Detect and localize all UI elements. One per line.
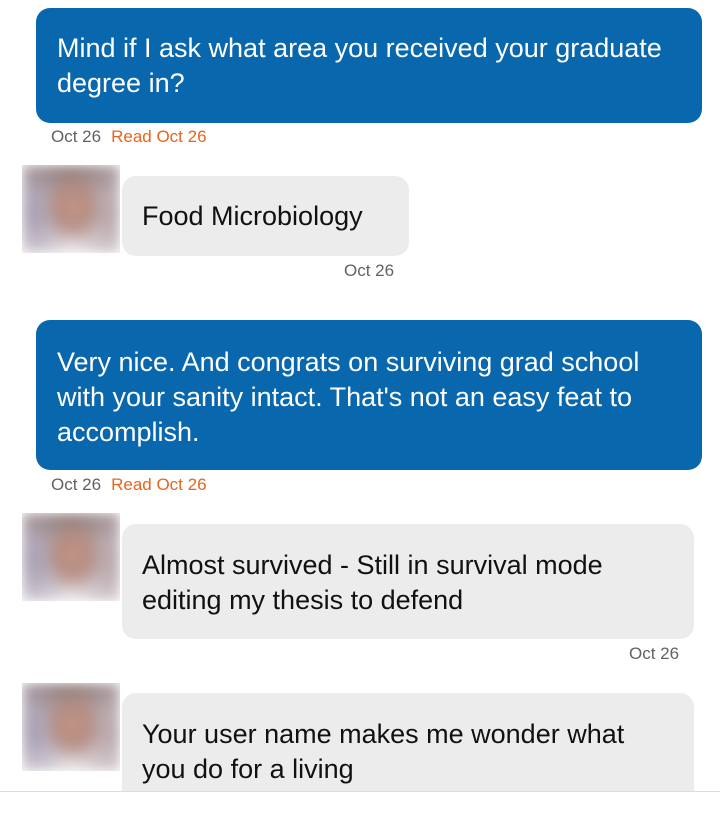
message-thread[interactable]: Mind if I ask what area you received you… xyxy=(0,0,720,791)
message-date: Oct 26 xyxy=(51,475,102,494)
message-text: Food Microbiology xyxy=(142,201,363,231)
message-text: Almost survived - Still in survival mode… xyxy=(142,550,603,615)
sent-message-bubble[interactable]: Very nice. And congrats on surviving gra… xyxy=(36,320,702,470)
read-receipt: Read Oct 26 xyxy=(111,127,207,146)
message-date: Oct 26 xyxy=(51,127,102,146)
message-meta: Oct 26 Read Oct 26 xyxy=(51,475,207,495)
message-text: Very nice. And congrats on surviving gra… xyxy=(57,347,640,447)
message-meta: Oct 26 Read Oct 26 xyxy=(51,127,207,147)
message-date: Oct 26 xyxy=(344,261,395,280)
message-date: Oct 26 xyxy=(629,644,680,663)
sent-message-bubble[interactable]: Mind if I ask what area you received you… xyxy=(36,8,702,123)
received-message-bubble[interactable]: Almost survived - Still in survival mode… xyxy=(122,524,694,639)
contact-avatar[interactable] xyxy=(22,165,120,253)
divider xyxy=(0,791,720,792)
message-text: Your user name makes me wonder what you … xyxy=(142,719,625,784)
contact-avatar[interactable] xyxy=(22,513,120,601)
received-message-bubble[interactable]: Your user name makes me wonder what you … xyxy=(122,693,694,791)
contact-avatar[interactable] xyxy=(22,683,120,771)
message-text: Mind if I ask what area you received you… xyxy=(57,33,662,98)
read-receipt: Read Oct 26 xyxy=(111,475,207,494)
received-message-bubble[interactable]: Food Microbiology xyxy=(122,176,409,256)
